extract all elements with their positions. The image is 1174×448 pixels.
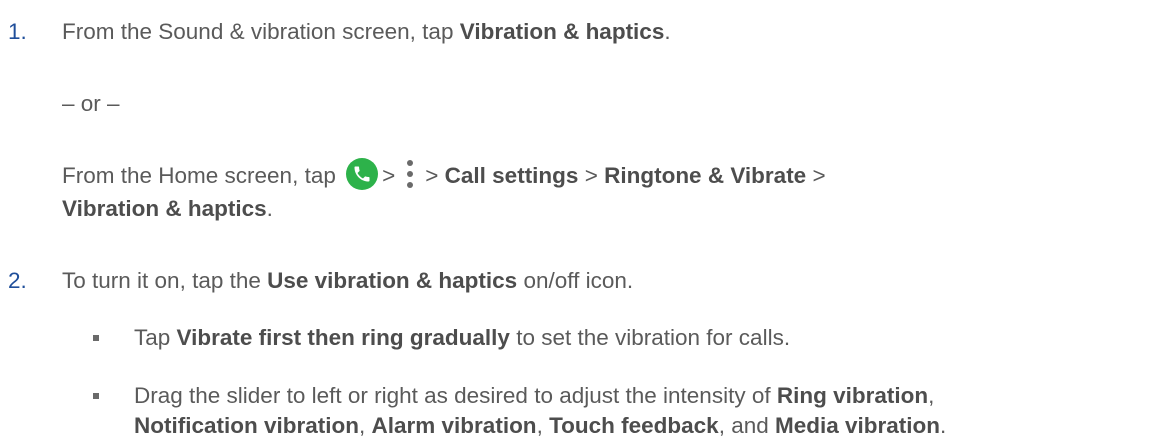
chevron-separator: > xyxy=(382,163,396,188)
bold-use-vibration-haptics: Use vibration & haptics xyxy=(267,268,518,293)
step-1-text-part: From the Sound & vibration screen, tap xyxy=(62,19,460,44)
alt-line-text: From the Home screen, tap xyxy=(62,163,343,188)
bold-touch-feedback: Touch feedback xyxy=(549,413,719,438)
step-1-alt-line-2: Vibration & haptics. xyxy=(62,194,273,224)
bullet-text-part: Tap xyxy=(134,325,177,350)
bullet-text-part: Drag the slider to left or right as desi… xyxy=(134,383,777,408)
step-1-period: . xyxy=(664,19,671,44)
bullet-text-part: . xyxy=(940,413,947,438)
bold-ringtone-vibrate: Ringtone & Vibrate xyxy=(604,163,807,188)
or-separator: – or – xyxy=(62,91,120,116)
bold-call-settings: Call settings xyxy=(444,163,579,188)
step-1-alt-line-1: From the Home screen, tap > > Call settin… xyxy=(62,158,826,193)
bullet-marker xyxy=(93,335,99,341)
bullet-marker xyxy=(93,393,99,399)
bold-vibration-haptics: Vibration & haptics xyxy=(62,196,267,221)
chevron-separator: > xyxy=(425,163,445,188)
bullet-text-part: to set the vibration for calls. xyxy=(509,325,791,350)
chevron-separator: > xyxy=(806,163,826,188)
bullet-text-part: , xyxy=(536,413,550,438)
bullet-1-text: Tap Vibrate first then ring gradually to… xyxy=(134,323,790,353)
bullet-2-line-1: Drag the slider to left or right as desi… xyxy=(134,381,934,411)
bold-media-vibration: Media vibration xyxy=(775,413,941,438)
bullet-2-line-2: Notification vibration, Alarm vibration,… xyxy=(134,411,946,441)
bullet-text-part: , xyxy=(928,383,935,408)
step-1-bold-vibration-haptics: Vibration & haptics xyxy=(459,19,665,44)
phone-icon xyxy=(346,158,379,191)
bold-vibrate-first: Vibrate first then ring gradually xyxy=(176,325,510,350)
step-2-text-part: on/off icon. xyxy=(517,268,634,293)
bold-alarm-vibration: Alarm vibration xyxy=(371,413,537,438)
more-options-icon xyxy=(407,160,414,189)
step-2-number: 2. xyxy=(8,268,27,293)
step-1-number: 1. xyxy=(8,19,27,44)
step-2-text-part: To turn it on, tap the xyxy=(62,268,268,293)
step-2-text: To turn it on, tap the Use vibration & h… xyxy=(62,266,633,296)
period: . xyxy=(266,196,273,221)
bullet-text-part: , and xyxy=(718,413,775,438)
step-1-text: From the Sound & vibration screen, tap V… xyxy=(62,17,671,47)
chevron-separator: > xyxy=(578,163,605,188)
bold-notification-vibration: Notification vibration xyxy=(134,413,359,438)
bullet-text-part: , xyxy=(359,413,372,438)
bold-ring-vibration: Ring vibration xyxy=(776,383,929,408)
